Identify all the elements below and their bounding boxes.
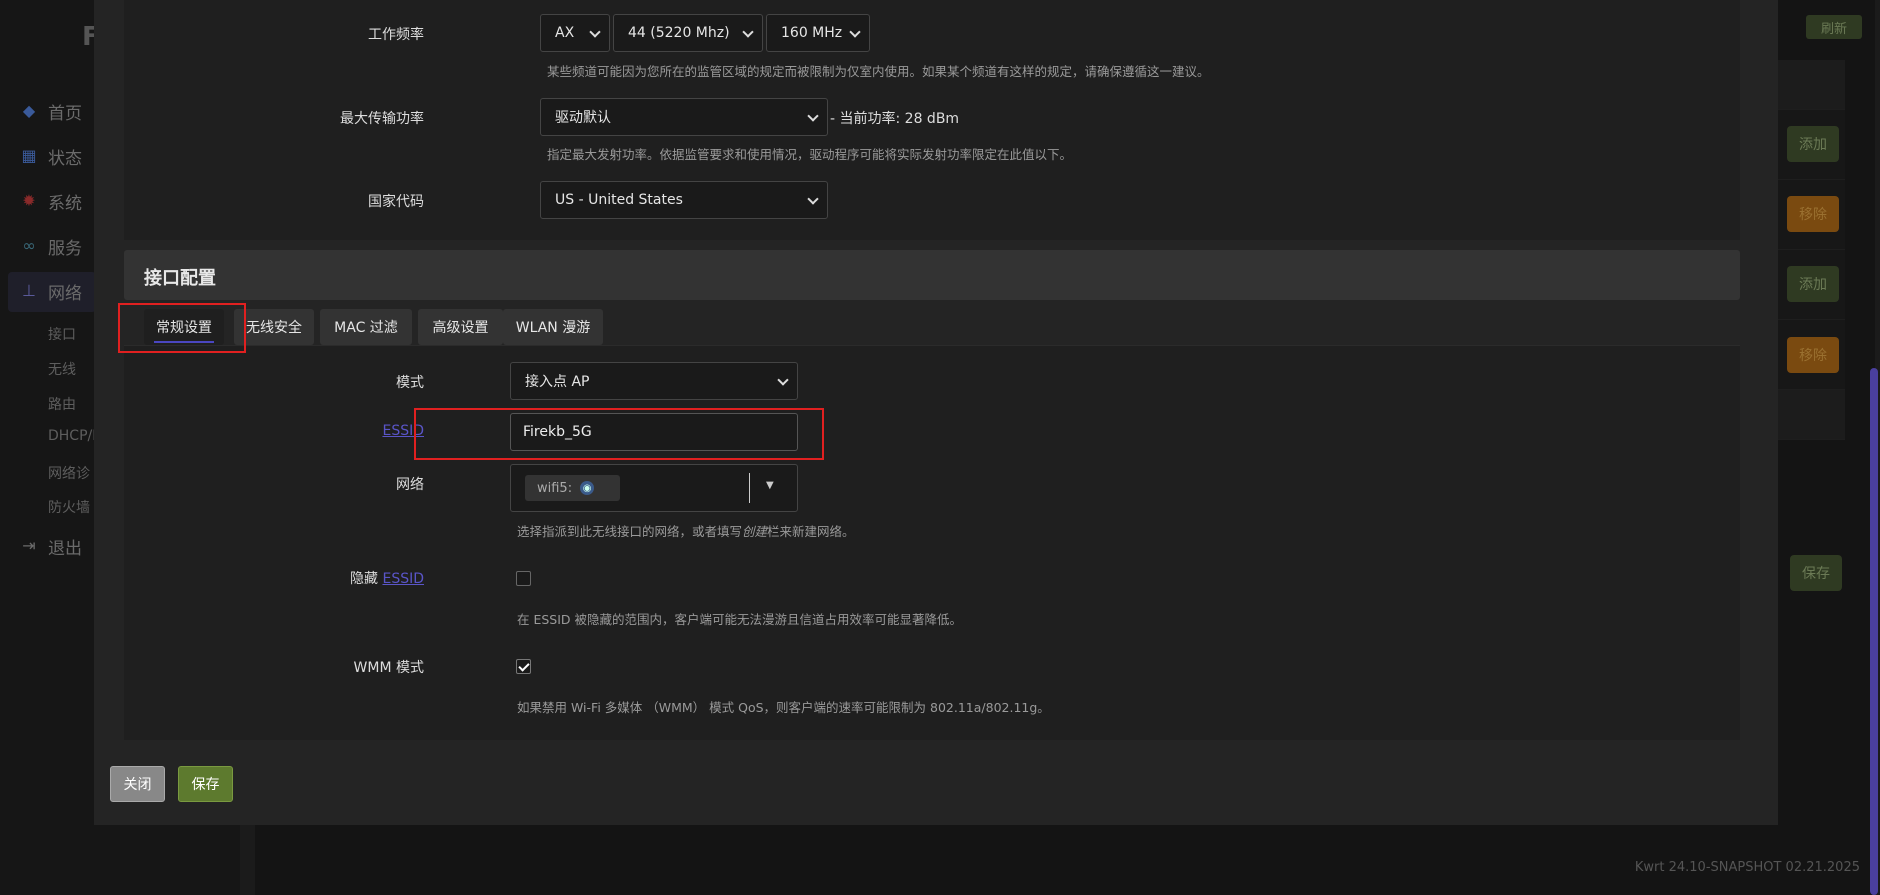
add-button[interactable]: 添加: [1787, 266, 1839, 302]
chevron-down-icon: [742, 26, 754, 38]
tab-mac-filter[interactable]: MAC 过滤: [320, 309, 412, 345]
chevron-down-icon: [589, 26, 601, 38]
tab-label: 无线安全: [246, 320, 302, 336]
txpower-value: 驱动默认: [555, 110, 611, 126]
nav-item-label: 系统: [48, 193, 82, 214]
gear-icon: ✹: [22, 191, 36, 210]
country-select[interactable]: US - United States: [540, 181, 828, 219]
txpower-select[interactable]: 驱动默认: [540, 98, 828, 136]
tab-label: MAC 过滤: [334, 320, 398, 336]
general-settings-panel: 模式 接入点 AP ESSID Firekb_5G 网络 wifi5: ◉ ▼ …: [124, 345, 1740, 740]
network-help-post: 栏来新建网络。: [767, 524, 855, 539]
subnav-interfaces[interactable]: 接口: [48, 324, 76, 344]
page-scrollbar[interactable]: [1870, 368, 1878, 895]
save-button[interactable]: 保存: [178, 766, 233, 802]
add-button[interactable]: 添加: [1787, 126, 1839, 162]
nav-item-status[interactable]: ▦ 状态: [20, 141, 82, 171]
nav-item-label: 状态: [48, 148, 82, 169]
network-help-pre: 选择指派到此无线接口的网络，或者填写: [517, 524, 743, 539]
chevron-down-icon: [849, 26, 861, 38]
hidden-essid-help-link[interactable]: ESSID: [382, 571, 424, 587]
network-label: 网络: [396, 477, 424, 493]
version-footer: Kwrt 24.10-SNAPSHOT 02.21.2025: [1634, 860, 1860, 875]
remove-button[interactable]: 移除: [1787, 196, 1839, 232]
highlight-general-tab: [118, 303, 246, 353]
tab-advanced[interactable]: 高级设置: [418, 309, 503, 345]
nav-item-label: 首页: [48, 103, 82, 124]
network-chip-label: wifi5:: [537, 480, 573, 496]
chevron-down-icon: [807, 193, 819, 205]
nav-item-home[interactable]: ◆ 首页: [20, 96, 82, 126]
remove-button[interactable]: 移除: [1787, 337, 1839, 373]
mode-label: 模式: [396, 375, 424, 391]
dashboard-icon: ▦: [21, 146, 37, 165]
subnav-wireless[interactable]: 无线: [48, 359, 76, 379]
subnav-diagnostics[interactable]: 网络诊: [48, 463, 90, 483]
link-icon: ∞: [22, 236, 36, 255]
logout-icon: ⇥: [22, 536, 36, 555]
freq-label: 工作频率: [368, 27, 424, 43]
highlight-essid-row: [414, 408, 824, 460]
nav-item-label: 服务: [48, 238, 82, 259]
nav-item-services[interactable]: ∞ 服务: [20, 231, 82, 261]
txpower-current: - 当前功率: 28 dBm: [830, 111, 960, 127]
mode-select[interactable]: 接入点 AP: [510, 362, 798, 400]
nav-item-logout[interactable]: ⇥ 退出: [20, 531, 82, 561]
wireless-icon: ◉: [580, 481, 595, 495]
country-label: 国家代码: [368, 194, 424, 210]
tab-wlan-roaming[interactable]: WLAN 漫游: [503, 309, 603, 345]
network-help-em: 创建: [742, 524, 768, 539]
freq-channel-select[interactable]: 44 (5220 Mhz): [613, 14, 763, 52]
wireless-config-modal: 工作频率 AX 44 (5220 Mhz) 160 MHz 某些频道可能因为您所…: [94, 0, 1778, 825]
device-config-section: 工作频率 AX 44 (5220 Mhz) 160 MHz 某些频道可能因为您所…: [124, 0, 1740, 240]
triangle-down-icon[interactable]: ▼: [766, 480, 774, 491]
nav-item-label: 网络: [48, 283, 82, 304]
hidden-essid-help-text: 在 ESSID 被隐藏的范围内，客户端可能无法漫游且信道占用效率可能显著降低。: [517, 612, 963, 627]
hidden-essid-label: 隐藏 ESSID: [124, 568, 424, 588]
freq-help-text: 某些频道可能因为您所在的监管区域的规定而被限制为仅室内使用。如果某个频道有这样的…: [547, 64, 1210, 79]
cube-icon: ◆: [22, 101, 36, 120]
network-chip[interactable]: wifi5: ◉: [525, 475, 620, 501]
freq-mode-value: AX: [555, 25, 575, 41]
refresh-button[interactable]: 刷新: [1806, 15, 1862, 39]
essid-label: ESSID: [124, 423, 424, 439]
network-combobox[interactable]: wifi5: ◉ ▼: [510, 464, 798, 512]
freq-mode-select[interactable]: AX: [540, 14, 610, 52]
subnav-firewall[interactable]: 防火墙: [48, 497, 90, 517]
close-button[interactable]: 关闭: [110, 766, 165, 802]
freq-channel-value: 44 (5220 Mhz): [628, 25, 730, 41]
network-help-text: 选择指派到此无线接口的网络，或者填写创建栏来新建网络。: [517, 521, 855, 540]
network-icon: ⊥: [22, 281, 36, 300]
iface-config-title: 接口配置: [144, 268, 216, 289]
txpower-help-text: 指定最大发射功率。依据监管要求和使用情况，驱动程序可能将实际发射功率限定在此值以…: [547, 147, 1073, 162]
hidden-essid-checkbox[interactable]: [516, 571, 531, 586]
freq-width-value: 160 MHz: [781, 25, 843, 41]
chevron-down-icon: [777, 374, 789, 386]
iface-config-header: 接口配置: [124, 250, 1740, 300]
mode-value: 接入点 AP: [525, 374, 590, 390]
tab-label: 高级设置: [432, 320, 489, 336]
subnav-routes[interactable]: 路由: [48, 394, 76, 414]
chevron-down-icon: [807, 110, 819, 122]
freq-width-select[interactable]: 160 MHz: [766, 14, 870, 52]
hidden-label-text: 隐藏: [350, 571, 379, 587]
nav-item-network[interactable]: ⊥ 网络: [20, 276, 82, 306]
bg-save-button[interactable]: 保存: [1790, 555, 1842, 591]
combo-separator: [749, 473, 750, 503]
country-value: US - United States: [555, 192, 683, 208]
tab-label: WLAN 漫游: [515, 320, 591, 336]
wmm-help-text: 如果禁用 Wi-Fi 多媒体 （WMM） 模式 QoS，则客户端的速率可能限制为…: [517, 700, 1050, 715]
txpower-label: 最大传输功率: [340, 111, 424, 127]
wmm-checkbox[interactable]: [516, 659, 531, 674]
nav-item-system[interactable]: ✹ 系统: [20, 186, 82, 216]
wmm-label: WMM 模式: [353, 660, 424, 676]
tab-wireless-security[interactable]: 无线安全: [234, 309, 314, 345]
nav-item-label: 退出: [48, 538, 82, 559]
